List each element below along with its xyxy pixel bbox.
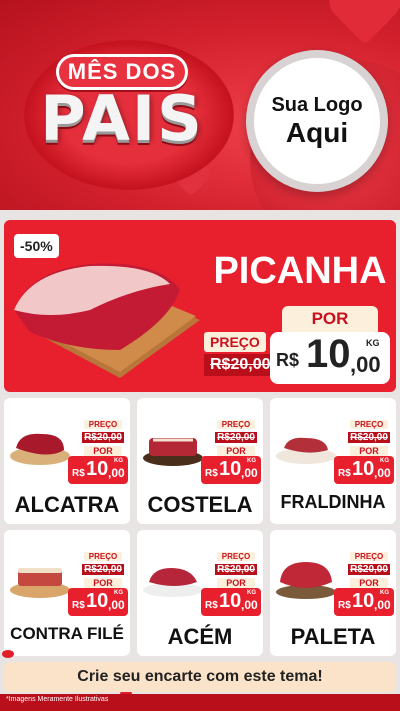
por-label: POR xyxy=(84,446,122,456)
product-name: COSTELA xyxy=(147,492,253,517)
paleta-image xyxy=(276,562,336,599)
title-pais: PAIS xyxy=(40,82,204,155)
new-price: R$ 10,00 KG xyxy=(334,456,394,484)
por-label: POR xyxy=(282,306,378,332)
price-integer: 10 xyxy=(219,458,242,480)
new-price: R$ 10,00 KG xyxy=(201,588,261,616)
currency: R$ xyxy=(72,468,85,479)
price-unit: KG xyxy=(247,590,256,596)
old-price: R$20,00 xyxy=(215,432,257,443)
product-name: CONTRA FILÉ xyxy=(10,624,124,643)
por-label: POR xyxy=(217,446,255,456)
logo-placeholder[interactable]: Sua Logo Aqui xyxy=(246,50,388,192)
fraldinha-image xyxy=(276,437,336,464)
new-price: R$ 10,00 KG xyxy=(68,588,128,616)
product-name: PALETA xyxy=(290,624,376,649)
product-card[interactable]: PREÇO R$20,00 POR R$ 10,00 KG PALETA xyxy=(270,530,396,656)
price-unit: KG xyxy=(366,338,380,348)
picanha-image xyxy=(14,263,200,378)
product-name: ACÉM xyxy=(167,624,233,649)
cta-banner[interactable]: Crie seu encarte com este tema! xyxy=(4,662,396,692)
price-cents: ,00 xyxy=(350,352,381,377)
preco-label: PREÇO xyxy=(350,552,388,561)
price-integer: 10 xyxy=(86,590,109,612)
preco-label: PREÇO xyxy=(350,420,388,429)
price-integer: 10 xyxy=(86,458,109,480)
product-card[interactable]: PREÇO R$20,00 POR R$ 10,00 KG ALCATRA xyxy=(4,398,130,524)
price-integer: 10 xyxy=(306,332,351,376)
price-unit: KG xyxy=(380,590,389,596)
alcatra-image xyxy=(10,433,70,465)
old-price: R$20,00 xyxy=(204,354,277,376)
new-price: R$ 10,00 KG xyxy=(68,456,128,484)
old-price: R$20,00 xyxy=(215,564,257,575)
contra-file-image xyxy=(10,568,70,598)
old-price: R$20,00 xyxy=(348,432,390,443)
price-integer: 10 xyxy=(352,590,375,612)
preco-label: PREÇO xyxy=(84,420,122,429)
product-card[interactable]: PREÇO R$20,00 POR R$ 10,00 KG CONTRA FILÉ xyxy=(4,530,130,656)
price-integer: 10 xyxy=(352,458,375,480)
price-cents: ,00 xyxy=(108,598,125,612)
product-card[interactable]: PREÇO R$20,00 POR R$ 10,00 KG FRALDINHA xyxy=(270,398,396,524)
price-unit: KG xyxy=(247,458,256,464)
product-name: ALCATRA xyxy=(14,492,120,517)
new-price: R$ 10,00 KG xyxy=(334,588,394,616)
logo-line1: Sua Logo xyxy=(271,93,363,116)
price-unit: KG xyxy=(114,458,123,464)
product-card[interactable]: PREÇO R$20,00 POR R$ 10,00 KG COSTELA xyxy=(137,398,263,524)
logo-line2: Aqui xyxy=(285,116,349,148)
product-name: FRALDINHA xyxy=(280,492,386,512)
old-price: R$20,00 xyxy=(82,432,124,443)
price-cents: ,00 xyxy=(108,466,125,480)
currency: R$ xyxy=(338,468,351,479)
preco-label: PREÇO xyxy=(84,552,122,561)
por-label: POR xyxy=(84,578,122,588)
currency: R$ xyxy=(205,468,218,479)
preco-label: PREÇO xyxy=(217,420,255,429)
old-price: R$20,00 xyxy=(82,564,124,575)
preco-label: PREÇO xyxy=(204,332,266,352)
price-cents: ,00 xyxy=(374,598,391,612)
currency: R$ xyxy=(205,600,218,611)
price-unit: KG xyxy=(114,590,123,596)
price-cents: ,00 xyxy=(374,466,391,480)
old-price-box: PREÇO R$20,00 xyxy=(204,332,277,380)
price-unit: KG xyxy=(380,458,389,464)
por-label: POR xyxy=(350,446,388,456)
heart-icon xyxy=(335,0,395,45)
disclaimer-text: *Imagens Meramente Ilustrativas xyxy=(6,696,109,703)
petal-decoration xyxy=(2,650,14,658)
new-price: R$ 10 ,00 KG xyxy=(270,332,390,384)
acem-image xyxy=(143,568,203,597)
new-price: R$ 10,00 KG xyxy=(201,456,261,484)
price-cents: ,00 xyxy=(241,466,258,480)
por-label: POR xyxy=(350,578,388,588)
currency: R$ xyxy=(338,600,351,611)
preco-label: PREÇO xyxy=(217,552,255,561)
currency: R$ xyxy=(276,350,300,370)
price-integer: 10 xyxy=(219,590,242,612)
currency: R$ xyxy=(72,600,85,611)
discount-badge: -50% xyxy=(14,234,59,258)
por-label: POR xyxy=(217,578,255,588)
old-price: R$20,00 xyxy=(348,564,390,575)
price-cents: ,00 xyxy=(241,598,258,612)
product-card[interactable]: PREÇO R$20,00 POR R$ 10,00 KG ACÉM xyxy=(137,530,263,656)
featured-name: PICANHA xyxy=(213,250,387,292)
header-banner: MÊS DOS PAIS Sua Logo Aqui xyxy=(0,0,400,210)
featured-product[interactable]: -50% PICANHA PREÇO R$20,00 POR R$ 10 ,00… xyxy=(4,220,396,392)
new-price-box: POR R$ 10 ,00 KG xyxy=(270,306,390,386)
costela-image xyxy=(143,438,203,466)
